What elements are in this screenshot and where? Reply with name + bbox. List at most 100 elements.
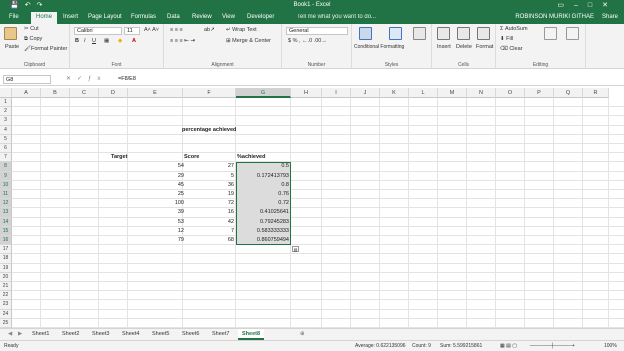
row-header-25[interactable]: 25 [0, 318, 12, 328]
formula-bar-buttons[interactable]: ✕✓ƒx [66, 75, 106, 82]
row-header-9[interactable]: 9 [0, 171, 12, 181]
window-controls[interactable]: ▭–□✕ [557, 1, 618, 9]
column-header-p[interactable]: P [525, 88, 554, 98]
column-header-a[interactable]: A [12, 88, 41, 98]
cell-achieved[interactable]: 0.79245283 [237, 218, 289, 227]
find-select-icon[interactable] [566, 27, 579, 40]
cell-target[interactable]: 12 [128, 227, 184, 236]
insert-cells-icon[interactable] [437, 27, 450, 40]
row-header-6[interactable]: 6 [0, 144, 12, 154]
cell-score[interactable]: 72 [184, 199, 234, 208]
cell-target[interactable]: 25 [128, 190, 184, 199]
sheet-tab-8[interactable]: Sheet8 [238, 329, 265, 340]
number-format-icons[interactable]: $ % , ←.0 .00→ [288, 38, 327, 44]
formula-input[interactable]: =F8/E8 [118, 76, 136, 82]
row-header-17[interactable]: 17 [0, 245, 12, 255]
row-header-8[interactable]: 8 [0, 162, 12, 172]
row-header-23[interactable]: 23 [0, 300, 12, 310]
cell-target[interactable]: 45 [128, 181, 184, 190]
sheet-nav-next[interactable]: ▶ [14, 329, 26, 340]
cell-target[interactable]: 39 [128, 208, 184, 217]
tab-file[interactable]: File [9, 14, 19, 20]
delete-cells-icon[interactable] [457, 27, 470, 40]
column-header-b[interactable]: B [41, 88, 70, 98]
column-header-n[interactable]: N [467, 88, 496, 98]
row-header-24[interactable]: 24 [0, 309, 12, 319]
column-header-c[interactable]: C [70, 88, 99, 98]
cell-achieved[interactable]: 0.76 [237, 190, 289, 199]
column-header-r[interactable]: R [583, 88, 609, 98]
cell-achieved[interactable]: 0.5 [237, 162, 289, 171]
cell-score[interactable]: 19 [184, 190, 234, 199]
format-painter-button[interactable]: 🖌Format Painter [24, 46, 67, 52]
cell-achieved[interactable]: 0.41025641 [237, 208, 289, 217]
header-achieved[interactable]: %achieved [237, 153, 289, 162]
wrap-text-button[interactable]: ↵ Wrap Text [226, 27, 257, 33]
row-header-20[interactable]: 20 [0, 272, 12, 282]
fill-button[interactable]: ⬇ Fill [500, 36, 513, 42]
sheet-tab-6[interactable]: Sheet6 [178, 329, 203, 340]
tab-insert[interactable]: Insert [63, 14, 78, 20]
delete-cells-button[interactable]: Delete [456, 44, 472, 50]
tab-formulas[interactable]: Formulas [131, 14, 156, 20]
row-header-13[interactable]: 13 [0, 208, 12, 218]
sheet-tab-3[interactable]: Sheet3 [88, 329, 113, 340]
cut-button[interactable]: ✂ Cut [24, 26, 39, 32]
row-header-22[interactable]: 22 [0, 291, 12, 301]
column-header-h[interactable]: H [291, 88, 322, 98]
orientation-icon[interactable]: ab↗ [204, 27, 215, 33]
cell-heading[interactable]: percentage achieved [182, 126, 272, 135]
row-header-12[interactable]: 12 [0, 199, 12, 209]
cell-achieved[interactable]: 0.583333333 [237, 227, 289, 236]
row-header-14[interactable]: 14 [0, 217, 12, 227]
tab-data[interactable]: Data [167, 14, 180, 20]
bold-button[interactable]: B [75, 38, 79, 44]
column-header-i[interactable]: I [322, 88, 351, 98]
header-score[interactable]: Score [184, 153, 234, 162]
row-header-18[interactable]: 18 [0, 254, 12, 264]
share-button[interactable]: Share [602, 14, 618, 20]
cell-score[interactable]: 5 [184, 172, 234, 181]
italic-button[interactable]: I [84, 38, 86, 44]
number-format-select[interactable]: General [286, 27, 348, 35]
row-header-7[interactable]: 7 [0, 153, 12, 163]
insert-cells-button[interactable]: Insert [437, 44, 451, 50]
tell-me-search[interactable]: Tell me what you want to do... [297, 14, 376, 20]
cell-score[interactable]: 27 [184, 162, 234, 171]
row-header-5[interactable]: 5 [0, 134, 12, 144]
cell-achieved[interactable]: 0.8 [237, 181, 289, 190]
view-buttons[interactable]: ▦ ▤ ▢ [500, 343, 517, 349]
sort-filter-icon[interactable] [544, 27, 557, 40]
horizontal-align-icons[interactable]: ≡ ≡ ≡ ⇤ ⇥ [170, 38, 195, 44]
sheet-tab-7[interactable]: Sheet7 [208, 329, 233, 340]
sheet-tab-4[interactable]: Sheet4 [118, 329, 143, 340]
autosum-button[interactable]: Σ AutoSum [500, 26, 528, 32]
copy-button[interactable]: ⧉ Copy [24, 36, 42, 43]
font-name-select[interactable]: Calibri [74, 27, 122, 35]
conditional-formatting-icon[interactable] [359, 27, 372, 40]
paste-icon[interactable] [4, 27, 17, 40]
column-header-j[interactable]: J [351, 88, 380, 98]
tab-developer[interactable]: Developer [247, 14, 274, 20]
quick-analysis-icon[interactable]: ▤ [292, 246, 299, 253]
cell-target[interactable]: 79 [128, 236, 184, 245]
column-header-d[interactable]: D [99, 88, 128, 98]
vertical-align-icons[interactable]: ≡ ≡ ≡ [170, 27, 183, 33]
row-header-16[interactable]: 16 [0, 236, 12, 246]
font-size-select[interactable]: 11 [124, 27, 140, 35]
column-header-e[interactable]: E [128, 88, 183, 98]
format-cells-icon[interactable] [477, 27, 490, 40]
cell-score[interactable]: 7 [184, 227, 234, 236]
sheet-tab-1[interactable]: Sheet1 [28, 329, 53, 340]
select-all-corner[interactable] [0, 88, 12, 98]
underline-button[interactable]: U [92, 38, 96, 44]
zoom-slider[interactable]: –─────┼─────+ [530, 343, 575, 349]
user-name[interactable]: ROBINSON MURIKI GITHAE [515, 14, 594, 20]
column-header-q[interactable]: Q [554, 88, 583, 98]
cell-styles-icon[interactable] [413, 27, 426, 40]
cell-score[interactable]: 42 [184, 218, 234, 227]
cell-target[interactable]: 54 [128, 162, 184, 171]
sheet-tab-2[interactable]: Sheet2 [58, 329, 83, 340]
worksheet-grid[interactable]: ABCDEFGHIJKLMNOPQR 1 2 3 4 5 6 7 8 9 10 11 12 13 14 15… [0, 88, 624, 328]
cell-achieved[interactable]: 0.860759494 [237, 236, 289, 245]
